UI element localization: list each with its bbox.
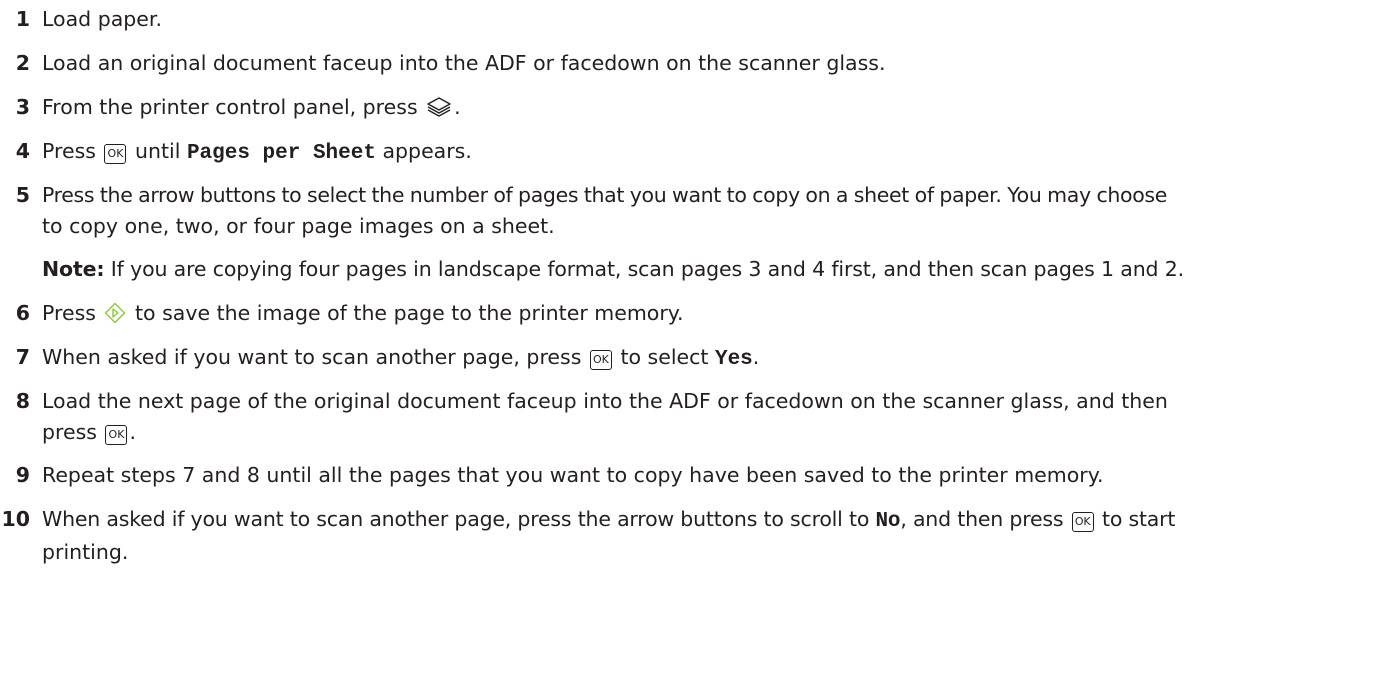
step-text: Repeat steps 7 and 8 until all the pages…: [42, 463, 1104, 487]
step-text: Press to save the image of the page to t…: [42, 298, 1372, 333]
step-number: 2: [15, 51, 30, 75]
step-text: Press the arrow buttons to select the nu…: [42, 180, 1372, 242]
step-text-part: .: [454, 95, 461, 119]
step-text: From the printer control panel, press .: [42, 92, 1372, 127]
menu-option-no: No: [875, 510, 901, 533]
step-text: Load paper.: [42, 7, 162, 31]
step-text-line: Press the arrow buttons to select the nu…: [42, 183, 1167, 207]
step-text-part: to select: [613, 345, 715, 369]
note-label: Note:: [42, 257, 105, 281]
step-number: 8: [15, 389, 30, 413]
note-text: Note: If you are copying four pages in l…: [42, 254, 1372, 285]
menu-option-yes: Yes: [714, 348, 753, 371]
step-number: 3: [15, 95, 30, 119]
step-text-line: When asked if you want to scan another p…: [42, 504, 1372, 537]
step-text: Press OK until Pages per Sheet appears.: [42, 136, 1372, 169]
step-text: When asked if you want to scan another p…: [42, 342, 1372, 375]
step-number: 1: [15, 7, 30, 31]
step-number: 7: [15, 345, 30, 369]
step-number: 4: [15, 139, 30, 163]
step-text: When asked if you want to scan another p…: [42, 504, 1372, 568]
step-text-line: printing.: [42, 540, 129, 564]
step-text-part: When asked if you want to scan another p…: [42, 345, 588, 369]
step-number: 10: [1, 507, 30, 531]
ok-key-icon: OK: [105, 425, 128, 445]
step-text-part: , and then press: [900, 507, 1070, 531]
step-text-part: Press: [42, 301, 103, 325]
menu-item-name: Pages per Sheet: [186, 142, 376, 165]
step-text: Load the next page of the original docum…: [42, 386, 1372, 448]
step-text-part: to start: [1095, 507, 1176, 531]
step-text: Load an original document faceup into th…: [42, 51, 886, 75]
ok-key-icon: OK: [1071, 512, 1094, 532]
step-number: 9: [15, 463, 30, 487]
step-text-part: appears.: [375, 139, 472, 163]
start-icon: [104, 302, 126, 333]
step-text-part: .: [129, 420, 137, 444]
ok-key-icon: OK: [589, 350, 612, 370]
copy-icon: [426, 96, 452, 127]
step-text-part: When asked if you want to scan another p…: [42, 507, 876, 531]
step-text-part: Press: [42, 139, 103, 163]
step-text-part: until: [128, 139, 187, 163]
ok-key-icon: OK: [104, 144, 127, 164]
step-text-line: Load the next page of the original docum…: [42, 389, 1168, 413]
step-number: 6: [15, 301, 30, 325]
step-text-part: .: [752, 345, 760, 369]
step-text-part: From the printer control panel, press: [42, 95, 425, 119]
step-number: 5: [15, 183, 30, 207]
note-body: If you are copying four pages in landsca…: [104, 257, 1185, 281]
step-text-part: press: [42, 420, 104, 444]
step-text-line: to copy one, two, or four page images on…: [42, 214, 555, 238]
step-text-part: to save the image of the page to the pri…: [128, 301, 684, 325]
step-text-line: press OK.: [42, 417, 1372, 448]
